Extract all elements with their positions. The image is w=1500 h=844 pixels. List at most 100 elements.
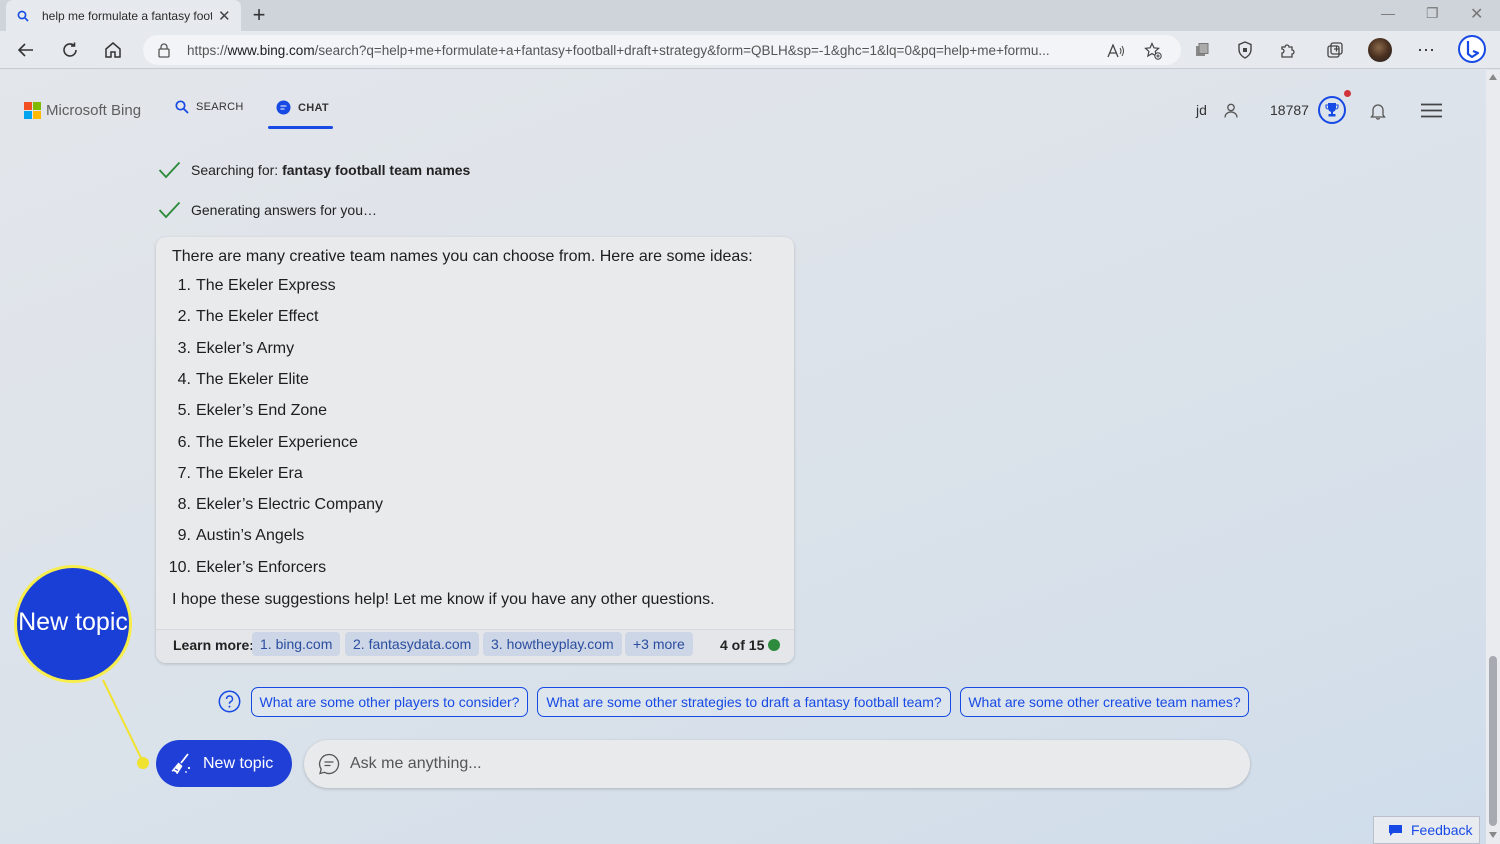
list-item-text: Ekeler’s Electric Company xyxy=(196,496,384,514)
answer-list-item: 5. Ekeler’s End Zone xyxy=(156,402,327,424)
back-button[interactable] xyxy=(14,38,38,62)
list-item-number: 9. xyxy=(177,527,191,545)
new-topic-button[interactable]: New topic xyxy=(156,740,292,787)
user-icon[interactable] xyxy=(1224,103,1238,121)
list-item-number: 2. xyxy=(177,308,191,326)
home-button[interactable] xyxy=(101,38,125,62)
tab-strip: help me formulate a fantasy football dra… xyxy=(0,0,1500,31)
more-sources-link[interactable]: +3 more xyxy=(625,632,693,656)
chat-icon xyxy=(276,100,291,115)
address-bar[interactable]: https://www.bing.com/search?q=help+me+fo… xyxy=(143,35,1181,65)
puzzle-icon xyxy=(1281,44,1295,58)
turn-counter: 4 of 15 xyxy=(720,637,765,653)
list-item-number: 8. xyxy=(177,496,191,514)
search-icon xyxy=(175,100,189,114)
read-aloud-icon[interactable] xyxy=(1106,41,1126,61)
more-options-icon[interactable]: ⋯ xyxy=(1414,38,1438,62)
answer-list-item: 3. Ekeler’s Army xyxy=(156,340,294,362)
browser-toolbar: https://www.bing.com/search?q=help+me+fo… xyxy=(0,31,1500,69)
close-window-button[interactable]: ✕ xyxy=(1470,4,1483,24)
bing-logo[interactable]: Microsoft Bing xyxy=(24,102,141,119)
ask-box[interactable] xyxy=(304,740,1250,788)
scroll-up-arrow-icon[interactable] xyxy=(1489,74,1497,80)
feedback-icon xyxy=(1389,824,1402,836)
tab-search[interactable]: SEARCH xyxy=(175,100,244,114)
searching-status: Searching for: fantasy football team nam… xyxy=(158,161,470,179)
answer-list-item: 6. The Ekeler Experience xyxy=(156,434,358,456)
list-item-number: 4. xyxy=(177,370,191,388)
bell-icon[interactable] xyxy=(1370,102,1386,123)
new-topic-label: New topic xyxy=(203,754,274,772)
answer-list-item: 2. The Ekeler Effect xyxy=(156,308,319,330)
generating-status: Generating answers for you… xyxy=(158,201,377,219)
searching-prefix: Searching for: xyxy=(191,162,283,178)
collections-button[interactable] xyxy=(1190,38,1214,62)
list-item-number: 3. xyxy=(177,339,191,357)
list-item-number: 7. xyxy=(177,464,191,482)
source-link[interactable]: 3. howtheyplay.com xyxy=(483,632,622,656)
rewards-trophy-icon[interactable] xyxy=(1318,96,1346,124)
source-link[interactable]: 1. bing.com xyxy=(252,632,341,656)
lock-icon[interactable] xyxy=(157,42,177,58)
suggestion-chip[interactable]: What are some other players to consider? xyxy=(251,687,528,717)
search-icon xyxy=(14,10,32,22)
list-item-text: The Ekeler Experience xyxy=(196,433,358,451)
tab-collections-button[interactable] xyxy=(1323,38,1347,62)
list-item-text: The Ekeler Era xyxy=(196,464,303,482)
rewards-points[interactable]: 18787 xyxy=(1270,102,1309,118)
suggestion-chip[interactable]: What are some other strategies to draft … xyxy=(537,687,951,717)
generating-text: Generating answers for you… xyxy=(191,202,377,218)
list-item-number: 6. xyxy=(177,433,191,451)
profile-avatar[interactable] xyxy=(1368,38,1392,62)
answer-list-item: 10. Ekeler’s Enforcers xyxy=(156,559,326,581)
list-item-text: Austin’s Angels xyxy=(196,527,305,545)
answer-intro: There are many creative team names you c… xyxy=(172,248,753,265)
refresh-button[interactable] xyxy=(58,38,82,62)
address-url: https://www.bing.com/search?q=help+me+fo… xyxy=(187,42,1050,58)
feedback-button[interactable]: Feedback xyxy=(1373,816,1480,844)
home-icon xyxy=(105,42,121,58)
arrow-left-icon xyxy=(17,43,33,57)
list-item-text: Ekeler’s Enforcers xyxy=(196,558,327,576)
new-tab-button[interactable]: + xyxy=(248,2,270,27)
ask-input[interactable] xyxy=(350,755,1200,773)
question-help-icon[interactable] xyxy=(218,690,241,713)
bing-chat-page: Microsoft Bing SEARCH CHAT jd 18787 Sear… xyxy=(0,70,1486,844)
source-link[interactable]: 2. fantasydata.com xyxy=(345,632,480,656)
close-tab-icon[interactable]: ✕ xyxy=(218,7,231,25)
bing-sidebar-button[interactable] xyxy=(1457,34,1487,64)
shield-icon xyxy=(1238,41,1252,59)
active-tab-indicator xyxy=(268,126,333,129)
answer-list-item: 9. Austin’s Angels xyxy=(156,527,305,549)
notification-dot xyxy=(1344,90,1351,97)
list-item-text: The Ekeler Elite xyxy=(196,370,309,388)
tab-chat[interactable]: CHAT xyxy=(276,100,329,115)
suggestion-chip[interactable]: What are some other creative team names? xyxy=(960,687,1249,717)
turn-status-dot xyxy=(768,639,780,651)
hamburger-menu-icon[interactable] xyxy=(1421,103,1442,121)
list-item-text: Ekeler’s Army xyxy=(196,339,295,357)
list-item-text: The Ekeler Express xyxy=(196,277,336,294)
page-scrollbar[interactable] xyxy=(1486,70,1500,844)
avatar xyxy=(1368,38,1392,62)
answer-list-item: 1. The Ekeler Express xyxy=(156,277,336,299)
browser-tab[interactable]: help me formulate a fantasy football dra… xyxy=(6,0,241,31)
chat-bubble-icon xyxy=(319,753,340,775)
copy-icon xyxy=(1196,43,1209,56)
minimize-button[interactable]: — xyxy=(1381,5,1395,21)
restore-button[interactable]: ❐ xyxy=(1426,5,1439,22)
favorite-add-icon[interactable] xyxy=(1143,41,1163,61)
learn-more-label: Learn more: xyxy=(173,637,254,653)
tab-title: help me formulate a fantasy football dra… xyxy=(42,8,212,23)
list-item-text: The Ekeler Effect xyxy=(196,308,319,326)
refresh-icon xyxy=(63,42,77,57)
scrollbar-thumb[interactable] xyxy=(1489,656,1497,826)
scroll-down-arrow-icon[interactable] xyxy=(1489,832,1497,838)
checkmark-icon xyxy=(158,161,181,179)
searching-query: fantasy football team names xyxy=(282,162,471,178)
broom-icon xyxy=(171,752,191,774)
logo-text: Microsoft Bing xyxy=(46,102,142,119)
extensions-button[interactable] xyxy=(1276,38,1300,62)
shield-button[interactable] xyxy=(1233,38,1257,62)
user-initials[interactable]: jd xyxy=(1196,102,1207,118)
